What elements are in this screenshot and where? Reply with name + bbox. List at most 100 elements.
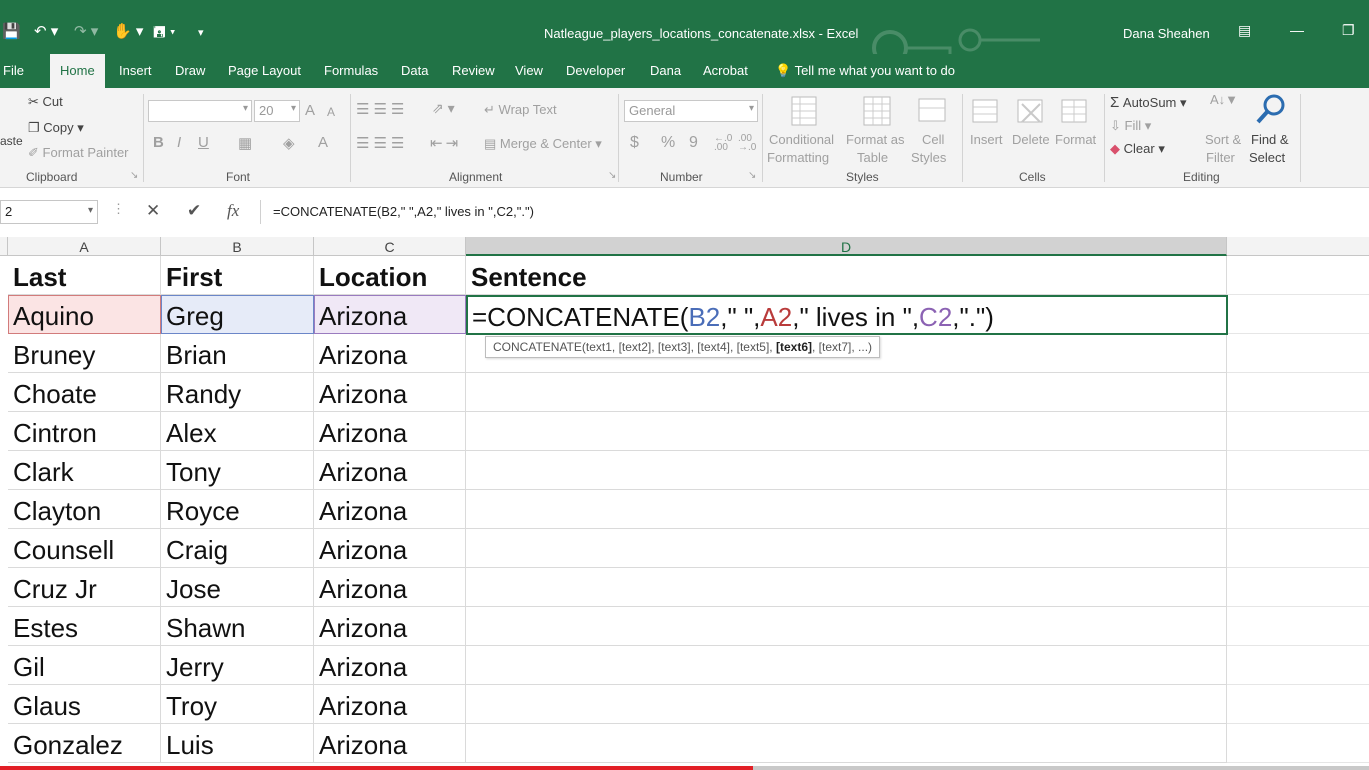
undo-icon[interactable]: ↶ ▾: [34, 22, 58, 40]
column-header-d[interactable]: D: [466, 237, 1227, 256]
fill-button[interactable]: ⇩ Fill ▾: [1110, 118, 1151, 134]
tab-insert[interactable]: Insert: [119, 63, 152, 78]
decrease-decimal-button[interactable]: .00 →.0: [738, 134, 758, 153]
cell-b1[interactable]: First: [161, 256, 314, 295]
insert-function-button[interactable]: fx: [227, 201, 239, 221]
cell-c13[interactable]: Arizona: [314, 724, 466, 763]
column-header-c[interactable]: C: [314, 237, 466, 256]
delete-cells-button[interactable]: Delete: [1012, 132, 1050, 147]
cell-b11[interactable]: Jerry: [161, 646, 314, 685]
tab-acrobat[interactable]: Acrobat: [703, 63, 748, 78]
tab-home[interactable]: Home: [50, 54, 105, 88]
italic-button[interactable]: I: [177, 134, 181, 151]
cell-a7[interactable]: Clayton: [8, 490, 161, 529]
clear-button[interactable]: ◆ Clear ▾: [1110, 141, 1165, 157]
cell-d11[interactable]: [466, 646, 1227, 685]
redo-icon[interactable]: ↷ ▾: [74, 22, 98, 40]
merge-center-button[interactable]: ▤ Merge & Center ▾: [484, 136, 602, 152]
ribbon-display-options-icon[interactable]: ▤: [1238, 22, 1251, 39]
name-box[interactable]: 2 ▾: [0, 200, 98, 224]
cell-d10[interactable]: [466, 607, 1227, 646]
number-launcher-icon[interactable]: ↘: [748, 170, 756, 181]
orientation-icon[interactable]: ⇗ ▾: [432, 100, 455, 117]
video-progress-bar[interactable]: [0, 766, 1369, 770]
cell-styles-label-2[interactable]: Styles: [911, 150, 946, 165]
cell-a8[interactable]: Counsell: [8, 529, 161, 568]
touch-mode-icon[interactable]: ✋ ▾: [113, 22, 143, 40]
copy-button[interactable]: ❐ Copy ▾: [28, 120, 84, 136]
tab-review[interactable]: Review: [452, 63, 495, 78]
cell-c9[interactable]: Arizona: [314, 568, 466, 607]
format-painter-button[interactable]: ✐ Format Painter: [28, 145, 129, 161]
font-color-icon[interactable]: A: [318, 134, 328, 151]
cell-c5[interactable]: Arizona: [314, 412, 466, 451]
tab-dana[interactable]: Dana: [650, 63, 681, 78]
cell-a6[interactable]: Clark: [8, 451, 161, 490]
sort-filter-label-2[interactable]: Filter: [1206, 150, 1235, 165]
currency-button[interactable]: $: [630, 134, 639, 152]
sort-filter-label-1[interactable]: Sort &: [1205, 132, 1241, 147]
cell-a2[interactable]: Aquino: [8, 295, 161, 334]
underline-button[interactable]: U: [198, 134, 209, 151]
cell-d7[interactable]: [466, 490, 1227, 529]
minimize-icon[interactable]: —: [1290, 22, 1304, 38]
format-cells-button[interactable]: Format: [1055, 132, 1096, 147]
cell-a13[interactable]: Gonzalez: [8, 724, 161, 763]
cut-button[interactable]: ✂ Cut: [28, 94, 63, 110]
cell-c4[interactable]: Arizona: [314, 373, 466, 412]
bold-button[interactable]: B: [153, 134, 164, 151]
percent-button[interactable]: %: [661, 134, 675, 152]
find-select-label-1[interactable]: Find &: [1251, 132, 1289, 147]
find-select-label-2[interactable]: Select: [1249, 150, 1285, 165]
cell-styles-label-1[interactable]: Cell: [922, 132, 944, 147]
vertical-align-icons[interactable]: ☰☰☰: [356, 100, 408, 118]
cancel-formula-button[interactable]: ✕: [146, 201, 160, 221]
cell-c3[interactable]: Arizona: [314, 334, 466, 373]
indent-icons[interactable]: ⇤⇥: [430, 134, 461, 152]
cell-d8[interactable]: [466, 529, 1227, 568]
grow-font-button[interactable]: A: [305, 102, 315, 119]
cell-c1[interactable]: Location: [314, 256, 466, 295]
select-all-corner[interactable]: [0, 237, 8, 256]
cell-d9[interactable]: [466, 568, 1227, 607]
cell-a9[interactable]: Cruz Jr: [8, 568, 161, 607]
tell-me-search[interactable]: 💡 Tell me what you want to do: [775, 63, 955, 79]
cell-b12[interactable]: Troy: [161, 685, 314, 724]
font-size-box[interactable]: 20 ▾: [254, 100, 300, 122]
cell-a12[interactable]: Glaus: [8, 685, 161, 724]
cell-a4[interactable]: Choate: [8, 373, 161, 412]
horizontal-align-icons[interactable]: ☰☰☰: [356, 134, 408, 152]
cell-a5[interactable]: Cintron: [8, 412, 161, 451]
borders-icon[interactable]: ▦: [238, 134, 252, 152]
cell-b7[interactable]: Royce: [161, 490, 314, 529]
cell-c2[interactable]: Arizona: [314, 295, 466, 334]
tab-page-layout[interactable]: Page Layout: [228, 63, 301, 78]
format-as-table-label-1[interactable]: Format as: [846, 132, 905, 147]
cell-c12[interactable]: Arizona: [314, 685, 466, 724]
wrap-text-button[interactable]: ↵ Wrap Text: [484, 102, 557, 118]
cell-b2[interactable]: Greg: [161, 295, 314, 334]
cell-b6[interactable]: Tony: [161, 451, 314, 490]
cell-d13[interactable]: [466, 724, 1227, 763]
cell-a1[interactable]: Last: [8, 256, 161, 295]
insert-cells-button[interactable]: Insert: [970, 132, 1003, 147]
tab-view[interactable]: View: [515, 63, 543, 78]
shrink-font-button[interactable]: A: [327, 105, 335, 119]
tab-file[interactable]: File: [3, 63, 24, 78]
cell-c11[interactable]: Arizona: [314, 646, 466, 685]
fill-color-icon[interactable]: ◈: [283, 134, 295, 152]
conditional-formatting-label-2[interactable]: Formatting: [767, 150, 829, 165]
column-header-a[interactable]: A: [8, 237, 161, 256]
cell-b13[interactable]: Luis: [161, 724, 314, 763]
cell-a11[interactable]: Gil: [8, 646, 161, 685]
alignment-launcher-icon[interactable]: ↘: [608, 170, 616, 181]
conditional-formatting-label-1[interactable]: Conditional: [769, 132, 834, 147]
tab-data[interactable]: Data: [401, 63, 428, 78]
formula-input[interactable]: =CONCATENATE(B2," ",A2," lives in ",C2,"…: [260, 200, 1369, 224]
cell-a10[interactable]: Estes: [8, 607, 161, 646]
active-cell-d2[interactable]: =CONCATENATE(B2," ",A2," lives in ",C2,"…: [466, 295, 1228, 335]
clipboard-launcher-icon[interactable]: ↘: [130, 170, 138, 181]
save-icon[interactable]: 💾: [2, 22, 21, 40]
tab-formulas[interactable]: Formulas: [324, 63, 378, 78]
cell-b10[interactable]: Shawn: [161, 607, 314, 646]
